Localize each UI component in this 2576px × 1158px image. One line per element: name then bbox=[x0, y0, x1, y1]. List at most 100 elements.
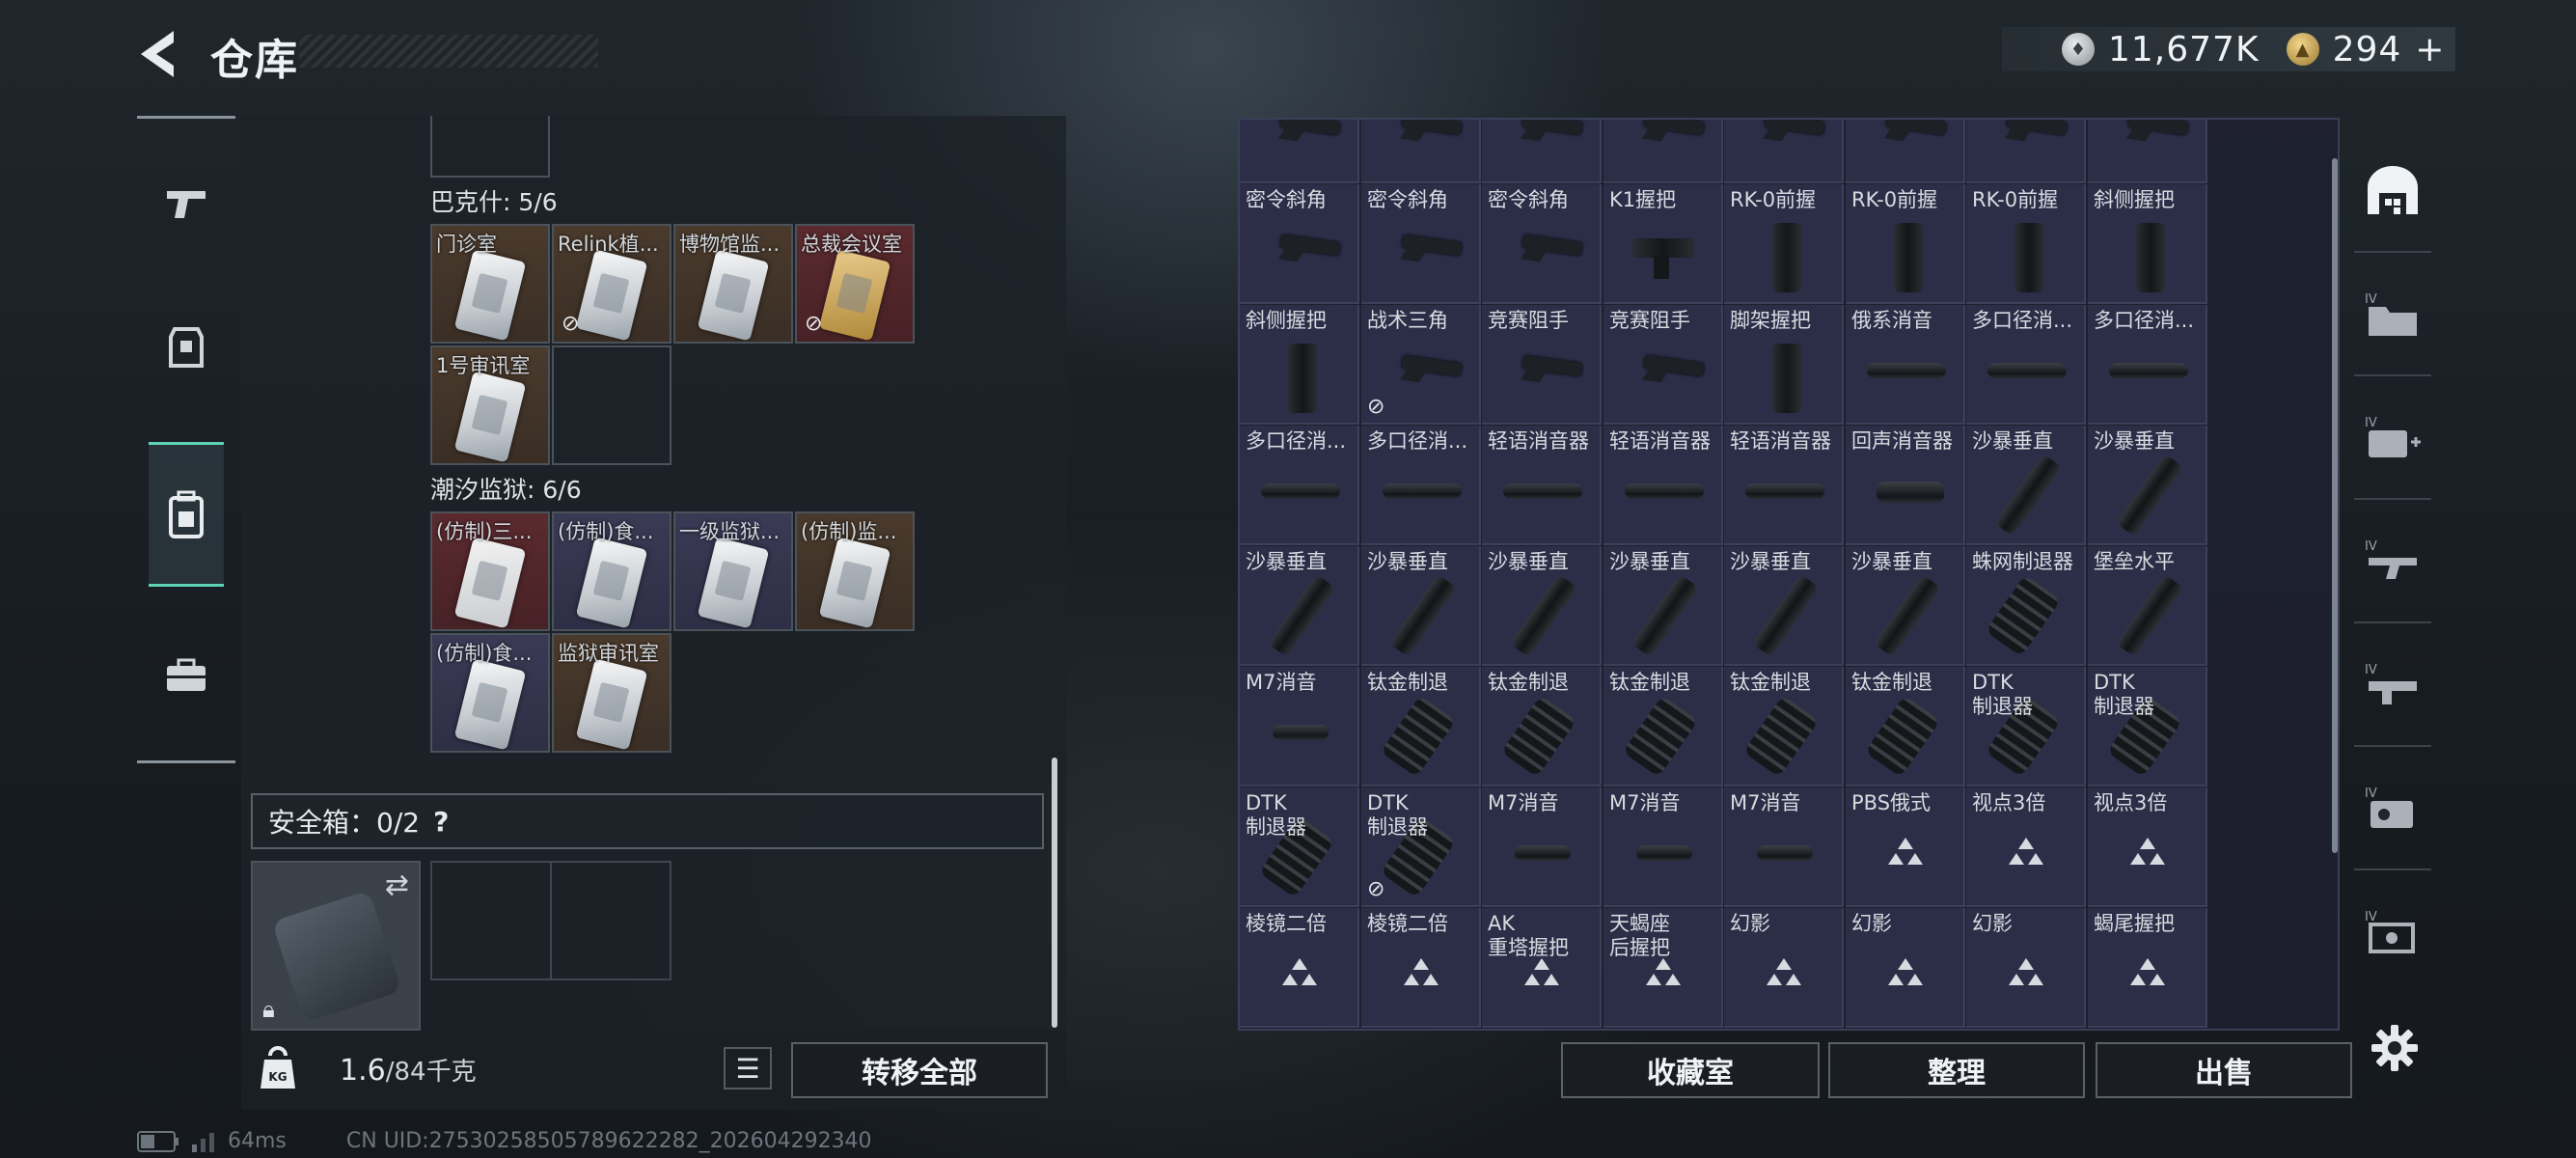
inventory-item[interactable]: 密令斜角 bbox=[1361, 184, 1481, 304]
inventory-item[interactable]: DTK 制退器 bbox=[1966, 667, 2086, 786]
key-card-slot[interactable]: (仿制)三... bbox=[430, 511, 550, 631]
warehouse-tab-medical[interactable]: IV bbox=[2354, 390, 2431, 486]
key-card-slot-empty[interactable] bbox=[552, 345, 671, 465]
inventory-item[interactable]: 幻影 bbox=[1966, 908, 2086, 1028]
inventory-item[interactable]: 全景红点 bbox=[1603, 1029, 1723, 1031]
swap-icon[interactable]: ⇄ bbox=[385, 868, 409, 902]
inventory-item[interactable]: 竞赛阻手 bbox=[1603, 305, 1723, 425]
inventory-item[interactable]: 蛛网制退器 bbox=[1966, 546, 2086, 666]
inventory-item[interactable]: 幻影 bbox=[1846, 908, 1965, 1028]
warehouse-home-tab[interactable] bbox=[2354, 143, 2431, 239]
inventory-item[interactable] bbox=[1846, 120, 1965, 183]
warehouse-tab-misc[interactable]: IV bbox=[2354, 884, 2431, 980]
warehouse-tab-keys[interactable]: IV bbox=[2354, 760, 2431, 857]
inventory-item[interactable]: 钛金制退 bbox=[1482, 667, 1602, 786]
sell-button[interactable]: 出售 bbox=[2096, 1042, 2352, 1098]
key-card-slot[interactable]: 总裁会议室 ⊘ bbox=[795, 224, 915, 344]
inventory-item[interactable]: 多口径消... bbox=[1240, 426, 1359, 545]
back-button[interactable] bbox=[135, 27, 181, 81]
inventory-item[interactable]: 回声消音器 bbox=[1846, 426, 1965, 545]
inventory-item[interactable]: 沙暴垂直 bbox=[1482, 546, 1602, 666]
inventory-item[interactable]: 兵锋握把 bbox=[1482, 1029, 1602, 1031]
inventory-item[interactable]: 新式侍剑... bbox=[1240, 1029, 1359, 1031]
key-card-slot[interactable]: (仿制)监... bbox=[795, 511, 915, 631]
key-card-slot[interactable]: (仿制)食... bbox=[552, 511, 671, 631]
inventory-item[interactable]: 棱镜二倍 bbox=[1240, 908, 1359, 1028]
inventory-item[interactable]: 钛金制退 bbox=[1361, 667, 1481, 786]
inventory-item[interactable] bbox=[1603, 120, 1723, 183]
inventory-item[interactable]: 沙暴垂直 bbox=[1603, 546, 1723, 666]
inventory-item[interactable]: K1握把 bbox=[1603, 184, 1723, 304]
inventory-item[interactable]: 多口径消... bbox=[1966, 305, 2086, 425]
inventory-item[interactable]: 轻语消音器 bbox=[1482, 426, 1602, 545]
inventory-item[interactable]: DTK 制退器 ⊘ bbox=[1361, 787, 1481, 907]
inventory-item[interactable]: 多口径消... bbox=[1361, 426, 1481, 545]
inventory-item[interactable]: 兵锋握把 bbox=[1361, 1029, 1481, 1031]
left-scrollbar[interactable] bbox=[1052, 758, 1057, 1028]
inventory-item[interactable]: RK-0前握 bbox=[1724, 184, 1844, 304]
inventory-item[interactable]: 沙暴垂直 bbox=[1966, 426, 2086, 545]
inventory-item[interactable]: 棱镜二倍 bbox=[1361, 908, 1481, 1028]
inventory-item[interactable]: 沙暴垂直 bbox=[2088, 426, 2207, 545]
list-view-button[interactable]: ☰ bbox=[724, 1047, 772, 1089]
key-card-slot[interactable]: (仿制)食... bbox=[430, 633, 550, 753]
key-card-slot[interactable]: 博物馆监... bbox=[673, 224, 793, 344]
inventory-item[interactable]: 堡垒水平 bbox=[2088, 546, 2207, 666]
inventory-item[interactable]: 视点3倍 bbox=[2088, 787, 2207, 907]
inventory-item[interactable]: 竞赛阻手 bbox=[1482, 305, 1602, 425]
rail-case-tab[interactable] bbox=[149, 627, 224, 724]
inventory-item[interactable]: 钛金制退 bbox=[1846, 667, 1965, 786]
inventory-item[interactable]: Osight bbox=[1724, 1029, 1844, 1031]
inventory-item[interactable] bbox=[1966, 120, 2086, 183]
inventory-item[interactable]: 沙暴垂直 bbox=[1724, 546, 1844, 666]
inventory-item[interactable]: 脚架握把 bbox=[1724, 305, 1844, 425]
inventory-item[interactable]: 视点3倍 bbox=[1966, 787, 2086, 907]
safe-case-slot[interactable]: ⇄ 🔒︎ bbox=[251, 861, 421, 1031]
inventory-item[interactable]: 密令斜角 bbox=[1240, 184, 1359, 304]
inventory-item[interactable]: 轻语消音器 bbox=[1603, 426, 1723, 545]
rail-backpack-tab[interactable] bbox=[149, 442, 224, 587]
key-card-slot[interactable]: 1号审讯室 bbox=[430, 345, 550, 465]
add-currency-button[interactable]: + bbox=[2415, 30, 2445, 69]
safe-slot-empty[interactable] bbox=[550, 861, 671, 980]
key-card-slot[interactable]: 一级监狱... bbox=[673, 511, 793, 631]
inventory-item[interactable]: 斜侧握把 bbox=[1240, 305, 1359, 425]
inventory-item[interactable]: RK-0前握 bbox=[1846, 184, 1965, 304]
inventory-item[interactable]: AK 重塔握把 bbox=[1482, 908, 1602, 1028]
collection-room-button[interactable]: 收藏室 bbox=[1561, 1042, 1820, 1098]
inventory-item[interactable]: M7消音 bbox=[1482, 787, 1602, 907]
inventory-item[interactable] bbox=[1724, 120, 1844, 183]
sort-button[interactable]: 整理 bbox=[1828, 1042, 2085, 1098]
inventory-item[interactable]: 战术三角 ⊘ bbox=[1361, 305, 1481, 425]
transfer-all-button[interactable]: 转移全部 bbox=[791, 1042, 1048, 1098]
inventory-item[interactable] bbox=[2088, 120, 2207, 183]
inventory-item[interactable] bbox=[1240, 120, 1359, 183]
inventory-item[interactable]: 沙暴垂直 bbox=[1361, 546, 1481, 666]
inventory-item[interactable]: DTK 制退器 bbox=[2088, 667, 2207, 786]
warehouse-tab-folder[interactable]: IV bbox=[2354, 266, 2431, 363]
safe-slot-empty[interactable] bbox=[430, 861, 552, 980]
inventory-item[interactable] bbox=[1482, 120, 1602, 183]
inventory-item[interactable]: M7消音 bbox=[1240, 667, 1359, 786]
key-card-slot[interactable]: 监狱审讯室 bbox=[552, 633, 671, 753]
key-card-slot[interactable]: Relink植... ⊘ bbox=[552, 224, 671, 344]
settings-gear-icon[interactable] bbox=[2370, 1023, 2420, 1073]
inventory-item[interactable]: 钛金制退 bbox=[1724, 667, 1844, 786]
safe-box-help-button[interactable]: ? bbox=[433, 806, 449, 838]
inventory-item[interactable]: 密令斜角 bbox=[1482, 184, 1602, 304]
inventory-item[interactable]: 斜侧握把 bbox=[2088, 184, 2207, 304]
warehouse-tab-weapons[interactable]: IV bbox=[2354, 513, 2431, 610]
key-card-slot[interactable]: 门诊室 bbox=[430, 224, 550, 344]
inventory-item[interactable] bbox=[1361, 120, 1481, 183]
inventory-item[interactable]: 轻语消音器 bbox=[1724, 426, 1844, 545]
inventory-item[interactable]: M7消音 bbox=[1603, 787, 1723, 907]
rail-armor-tab[interactable] bbox=[149, 299, 224, 396]
inventory-item[interactable]: DTK 制退器 bbox=[1240, 787, 1359, 907]
inventory-item[interactable]: M7消音 bbox=[1724, 787, 1844, 907]
inventory-item[interactable]: PBS俄式 bbox=[1846, 787, 1965, 907]
rail-weapon-tab[interactable] bbox=[149, 154, 224, 251]
grid-scrollbar[interactable] bbox=[2332, 158, 2338, 853]
inventory-item[interactable]: 沙暴垂直 bbox=[1240, 546, 1359, 666]
inventory-item[interactable]: 多口径消... bbox=[2088, 305, 2207, 425]
inventory-item[interactable]: Osight⊘ bbox=[1846, 1029, 1965, 1031]
